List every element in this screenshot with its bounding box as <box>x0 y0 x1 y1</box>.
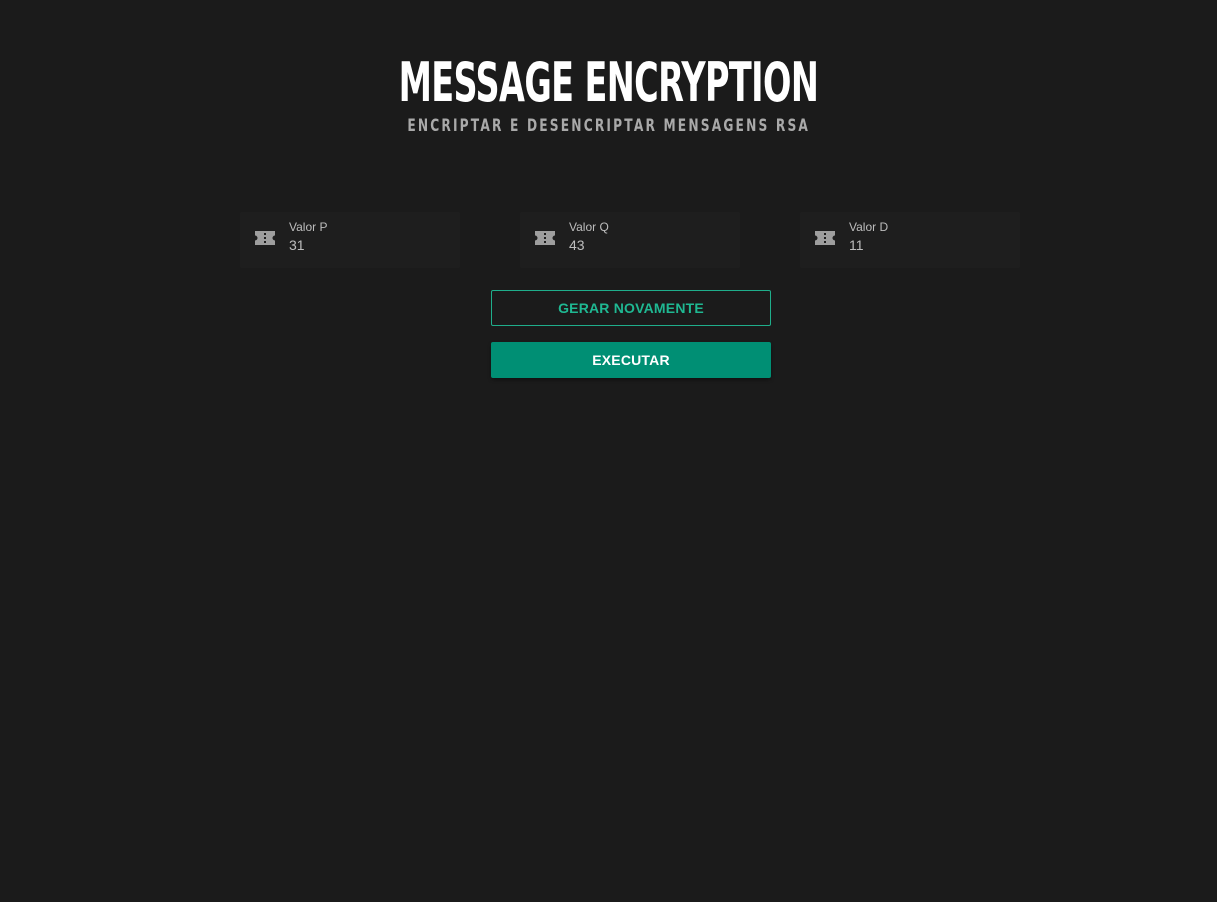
valor-q-input[interactable] <box>569 237 729 253</box>
ticket-icon <box>815 231 835 245</box>
valor-p-field[interactable]: Valor P <box>240 212 460 268</box>
page: MESSAGE ENCRYPTION ENCRIPTAR E DESENCRIP… <box>0 0 1217 902</box>
valor-p-label: Valor P <box>289 220 328 234</box>
valor-d-field[interactable]: Valor D <box>800 212 1020 268</box>
valor-d-input[interactable] <box>849 237 1009 253</box>
execute-button[interactable]: EXECUTAR <box>491 342 771 378</box>
page-subtitle: ENCRIPTAR E DESENCRIPTAR MENSAGENS RSA <box>407 116 810 136</box>
ticket-icon <box>255 231 275 245</box>
ticket-icon <box>535 231 555 245</box>
key-values-row: Valor P Valor Q Valor D <box>0 212 1217 268</box>
regenerate-button[interactable]: GERAR NOVAMENTE <box>491 290 771 326</box>
valor-q-field[interactable]: Valor Q <box>520 212 740 268</box>
valor-q-label: Valor Q <box>569 220 609 234</box>
header: MESSAGE ENCRYPTION ENCRIPTAR E DESENCRIP… <box>0 51 1217 137</box>
valor-p-input[interactable] <box>289 237 449 253</box>
valor-d-label: Valor D <box>849 220 889 234</box>
page-title: MESSAGE ENCRYPTION <box>398 51 819 114</box>
